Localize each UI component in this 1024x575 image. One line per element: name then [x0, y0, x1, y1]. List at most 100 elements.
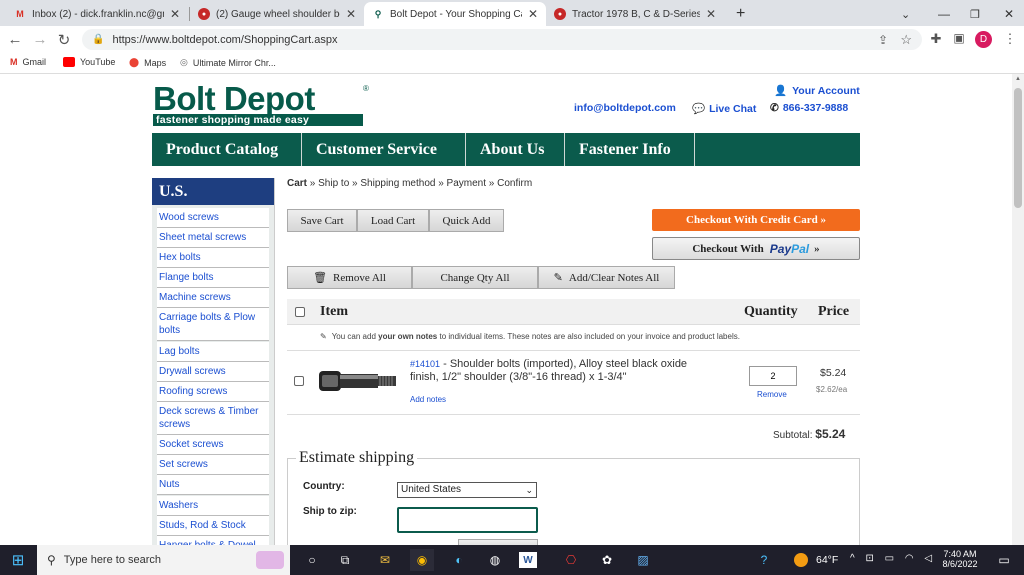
phone-link[interactable]: ✆ 866-337-9888 — [770, 102, 848, 114]
notifications-icon[interactable]: ▭ — [992, 549, 1016, 571]
close-tab-icon[interactable]: ✕ — [706, 7, 716, 21]
profile-avatar[interactable]: D — [975, 31, 992, 48]
chrome-icon[interactable]: ◉ — [410, 549, 434, 571]
nav-about-us[interactable]: About Us — [466, 133, 565, 166]
tab-gauge-wheel[interactable]: ● (2) Gauge wheel shoulder bolts ( ✕ — [190, 2, 364, 26]
sidebar-item-washers[interactable]: Washers — [157, 496, 269, 516]
bookmark-gmail[interactable]: M Gmail — [10, 57, 46, 67]
menu-kebab-icon[interactable]: ⋮ — [1001, 31, 1019, 47]
side-panel-icon[interactable]: ▣ — [950, 31, 968, 45]
item-number-link[interactable]: #14101 — [410, 359, 440, 369]
sidebar-item-hex-bolts[interactable]: Hex bolts — [157, 248, 269, 268]
circle-app-icon[interactable]: ◍ — [483, 549, 507, 571]
country-select[interactable]: United States ⌄ — [397, 482, 537, 498]
item-price: $5.24 — [820, 367, 847, 379]
sidebar-item-socket-screws[interactable]: Socket screws — [157, 435, 269, 455]
sidebar-item-studs-rod[interactable]: Studs, Rod & Stock — [157, 516, 269, 536]
sidebar-item-hanger-bolts[interactable]: Hanger bolts & Dowel — [157, 536, 269, 545]
add-notes-link[interactable]: Add notes — [410, 395, 446, 404]
bookmarks-bar: M Gmail YouTube ⬤ Maps ◎ Ultimate Mirror Ch… — [0, 52, 1024, 74]
address-bar[interactable]: 🔒 https://www.boltdepot.com/ShoppingCart… — [82, 29, 922, 50]
scrollbar-thumb[interactable] — [1014, 88, 1022, 208]
sidebar-item-drywall-screws[interactable]: Drywall screws — [157, 362, 269, 382]
nav-fastener-info[interactable]: Fastener Info — [565, 133, 695, 166]
restore-icon[interactable]: ❐ — [962, 2, 982, 26]
tab-bolt-depot-cart[interactable]: ⚲ Bolt Depot - Your Shopping Cart ✕ — [364, 2, 546, 26]
close-tab-icon[interactable]: ✕ — [170, 7, 180, 21]
address-toolbar: ← → ↻ 🔒 https://www.boltdepot.com/Shoppi… — [0, 26, 1024, 52]
sidebar-item-carriage-bolts[interactable]: Carriage bolts & Plow bolts — [157, 308, 269, 341]
page-scrollbar[interactable]: ▲ — [1012, 74, 1024, 545]
red-tractor-icon: ● — [198, 8, 210, 20]
trash-icon: 🗑 — [313, 272, 328, 284]
close-tab-icon[interactable]: ✕ — [346, 7, 356, 21]
checkout-paypal-button[interactable]: Checkout With PayPal » — [652, 237, 860, 260]
email-link[interactable]: info@boltdepot.com — [574, 102, 676, 114]
mail-icon[interactable]: ✉ — [373, 549, 397, 571]
load-cart-button[interactable]: Load Cart — [357, 209, 429, 232]
nav-product-catalog[interactable]: Product Catalog — [152, 133, 302, 166]
word-icon[interactable]: W — [519, 552, 537, 568]
live-chat-link[interactable]: 💬 Live Chat — [692, 102, 756, 115]
tab-tractor-manual[interactable]: ● Tractor 1978 B, C & D-Series SM ✕ — [546, 2, 724, 26]
window-close-icon[interactable]: ✕ — [996, 2, 1016, 26]
add-clear-notes-all-button[interactable]: ✎ Add/Clear Notes All — [538, 266, 675, 289]
checkout-credit-card-button[interactable]: Checkout With Credit Card » — [652, 209, 860, 231]
column-price-header: Price — [818, 304, 850, 319]
quick-add-button[interactable]: Quick Add — [429, 209, 504, 232]
sidebar-item-sheet-metal-screws[interactable]: Sheet metal screws — [157, 228, 269, 248]
row-divider — [287, 350, 860, 351]
sidebar-item-set-screws[interactable]: Set screws — [157, 455, 269, 475]
edge-icon[interactable]: ◐ — [447, 549, 471, 571]
paypal-logo-icon: PayPal — [769, 241, 810, 256]
forward-arrow-icon[interactable]: → — [31, 31, 49, 48]
extensions-puzzle-icon[interactable]: ✚ — [927, 31, 945, 47]
remove-all-button[interactable]: 🗑 Remove All — [287, 266, 412, 289]
quantity-input[interactable] — [749, 366, 797, 386]
nav-customer-service[interactable]: Customer Service — [302, 133, 466, 166]
minimize-icon[interactable]: — — [930, 2, 950, 26]
sidebar-item-deck-screws[interactable]: Deck screws & Timber screws — [157, 402, 269, 435]
bookmark-youtube[interactable]: YouTube — [63, 57, 115, 67]
notes-hint: ✎ You can add your own notes to individua… — [320, 332, 740, 341]
sidebar-item-nuts[interactable]: Nuts — [157, 475, 269, 495]
main-navigation: Product Catalog Customer Service About U… — [152, 133, 860, 166]
lock-icon: 🔒 — [92, 34, 105, 45]
sidebar-item-lag-bolts[interactable]: Lag bolts — [157, 342, 269, 362]
weather-temp[interactable]: 64°F — [816, 554, 838, 566]
tab-search-icon[interactable]: ⌄ — [893, 2, 913, 26]
bookmark-star-icon[interactable]: ☆ — [900, 32, 912, 48]
bolt-depot-logo[interactable]: Bolt Depot fastener shopping made easy ® — [153, 82, 369, 126]
cortana-icon[interactable]: ○ — [300, 549, 324, 571]
close-tab-icon[interactable]: ✕ — [528, 7, 538, 21]
back-arrow-icon[interactable]: ← — [6, 31, 24, 48]
save-cart-button[interactable]: Save Cart — [287, 209, 357, 232]
system-tray-icons[interactable]: ^ ⊡ ▭ ◠ ◁ — [850, 553, 936, 564]
task-view-icon[interactable]: ⧉ — [333, 549, 357, 571]
photos-icon[interactable]: ▨ — [631, 549, 655, 571]
your-account-link[interactable]: 👤 Your Account — [774, 84, 860, 97]
zip-input[interactable] — [397, 507, 538, 533]
bookmark-mirror[interactable]: ◎ Ultimate Mirror Chr... — [180, 57, 276, 68]
help-icon[interactable]: ? — [752, 549, 776, 571]
windows-start-icon[interactable]: ⊞ — [6, 549, 30, 571]
paint-icon[interactable]: ✿ — [595, 549, 619, 571]
clock[interactable]: 7:40 AM 8/6/2022 — [938, 549, 982, 569]
bookmark-maps[interactable]: ⬤ Maps — [129, 57, 166, 68]
acrobat-icon[interactable]: ⎔ — [559, 549, 583, 571]
sidebar-item-roofing-screws[interactable]: Roofing screws — [157, 382, 269, 402]
share-icon[interactable]: ⇪ — [878, 33, 888, 47]
sidebar-item-wood-screws[interactable]: Wood screws — [157, 208, 269, 228]
row-divider — [287, 414, 860, 415]
new-tab-button[interactable]: + — [728, 2, 754, 26]
select-all-checkbox[interactable] — [295, 307, 305, 317]
reload-icon[interactable]: ↻ — [55, 31, 73, 49]
change-qty-all-button[interactable]: Change Qty All — [412, 266, 538, 289]
remove-item-link[interactable]: Remove — [757, 390, 787, 399]
sidebar-item-machine-screws[interactable]: Machine screws — [157, 288, 269, 308]
sidebar-item-flange-bolts[interactable]: Flange bolts — [157, 268, 269, 288]
taskbar-search[interactable]: ⚲ Type here to search — [37, 545, 290, 575]
item-select-checkbox[interactable] — [294, 376, 304, 386]
scroll-up-arrow-icon[interactable]: ▲ — [1015, 76, 1021, 82]
tab-gmail[interactable]: M Inbox (2) - dick.franklin.nc@gma ✕ — [6, 2, 188, 26]
